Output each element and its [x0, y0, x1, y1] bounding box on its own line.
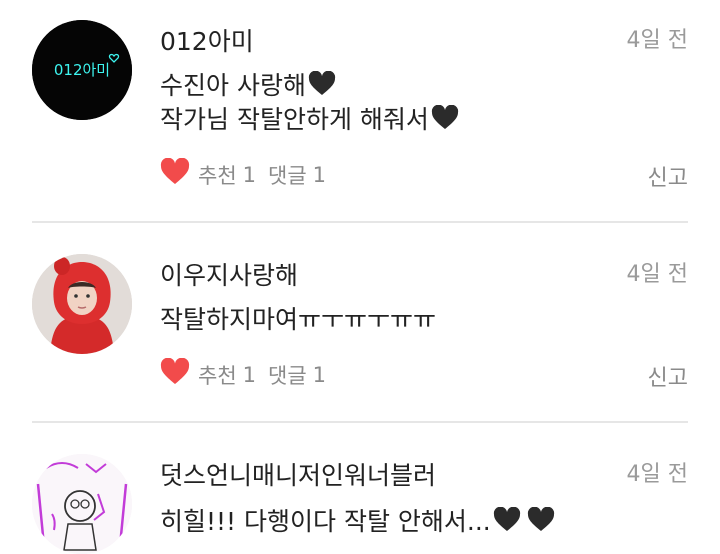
reply-count: 1 [312, 162, 327, 187]
comment-username[interactable]: 덧스언니매니저인워너블러 [160, 456, 436, 492]
reply-count: 1 [312, 362, 327, 387]
like-heart-icon[interactable] [160, 357, 190, 391]
like-count: 1 [242, 162, 257, 187]
comment-username[interactable]: 012아미 [160, 22, 254, 58]
comment-text: 히힐!!! 다행이다 작탈 안해서... [160, 507, 491, 536]
avatar[interactable] [32, 254, 132, 354]
avatar-image [32, 454, 132, 554]
comment-text-line: 작가님 작탈안하게 해줘서 [160, 100, 459, 136]
reply-label[interactable]: 댓글 [268, 360, 307, 390]
comment-time: 4일 전 [626, 262, 688, 287]
comment-username[interactable]: 이우지사랑해 [160, 256, 298, 292]
comment-meta: 추천 1 댓글 1 [160, 157, 332, 191]
comment-divider [32, 421, 688, 423]
avatar-neon-text: 012아미 [54, 61, 110, 79]
avatar[interactable]: 012아미 [32, 20, 132, 120]
comment-time: 4일 전 [626, 462, 688, 487]
comment-text: 수진아 사랑해 [160, 71, 306, 100]
avatar-image [32, 254, 132, 354]
comment-text-line: 수진아 사랑해 [160, 66, 336, 102]
like-heart-icon[interactable] [160, 157, 190, 191]
like-count: 1 [242, 362, 257, 387]
like-label[interactable]: 추천 [198, 160, 237, 190]
comment-text: 작가님 작탈안하게 해줘서 [160, 105, 429, 134]
like-label[interactable]: 추천 [198, 360, 237, 390]
report-button[interactable]: 신고 [648, 360, 688, 392]
comment-divider [32, 221, 688, 223]
comment-text-line: 히힐!!! 다행이다 작탈 안해서... [160, 502, 555, 538]
black-heart-icon [527, 507, 554, 531]
black-heart-icon [431, 105, 458, 129]
avatar[interactable] [32, 454, 132, 554]
comment-text-line: 작탈하지마여ㅠㅜㅠㅜㅠㅠ [160, 300, 436, 336]
comment-text: 작탈하지마여ㅠㅜㅠㅜㅠㅠ [160, 305, 437, 334]
comment-meta: 추천 1 댓글 1 [160, 357, 332, 391]
black-heart-icon [308, 71, 336, 95]
comment-time: 4일 전 [626, 28, 688, 53]
report-button[interactable]: 신고 [648, 160, 688, 192]
avatar-image: 012아미 [32, 20, 132, 120]
black-heart-icon [493, 507, 520, 531]
reply-label[interactable]: 댓글 [268, 160, 307, 190]
